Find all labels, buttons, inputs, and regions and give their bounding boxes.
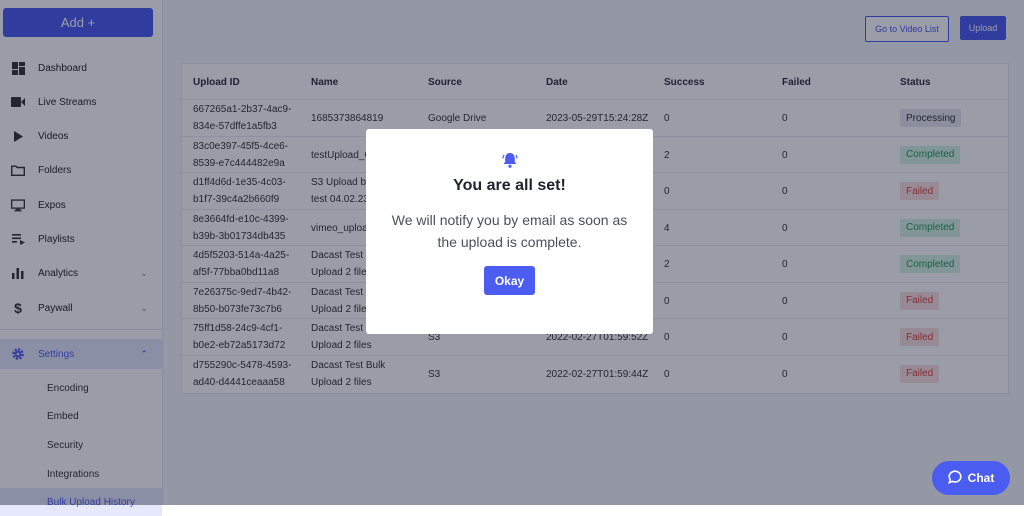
chat-bubble-icon	[947, 469, 962, 487]
okay-button[interactable]: Okay	[484, 266, 535, 295]
modal-message: We will notify you by email as soon as t…	[391, 212, 628, 250]
chat-button[interactable]: Chat	[932, 461, 1010, 495]
upload-confirmation-modal: You are all set! We will notify you by e…	[366, 129, 653, 334]
chat-label: Chat	[967, 471, 995, 485]
modal-title: You are all set!	[453, 177, 566, 194]
bell-icon	[502, 151, 518, 169]
